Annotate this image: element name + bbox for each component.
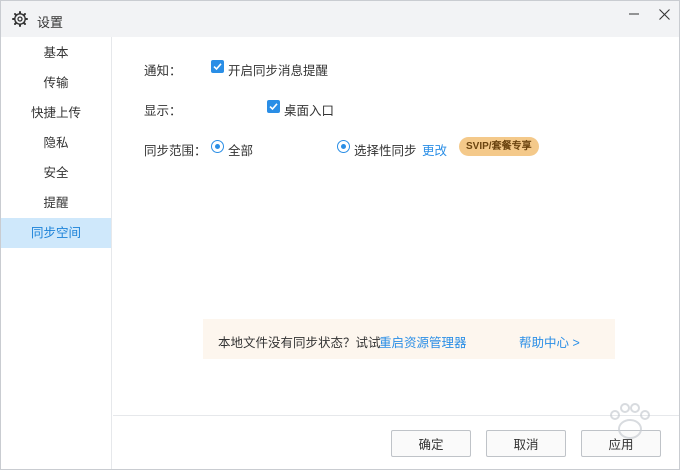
svip-badge: SVIP/套餐专享 [459, 137, 539, 156]
change-link[interactable]: 更改 [422, 140, 447, 159]
notice-text: 本地文件没有同步状态？试试 [218, 336, 381, 350]
help-center-link[interactable]: 帮助中心 > [519, 332, 580, 351]
desktop-entry-checkbox[interactable] [267, 100, 280, 113]
apply-button[interactable]: 应用 [581, 430, 661, 457]
settings-window: 设置 基本 传输 快捷上传 隐私 安全 提醒 同步空间 通知： 开启同步消息提醒… [0, 0, 680, 470]
check-icon [213, 63, 222, 71]
minimize-button[interactable] [619, 1, 649, 27]
notify-option-label: 开启同步消息提醒 [228, 64, 329, 78]
cancel-button[interactable]: 取消 [486, 430, 566, 457]
close-button[interactable] [649, 1, 679, 27]
window-title: 设置 [37, 15, 64, 30]
settings-panel: 通知： 开启同步消息提醒 显示： 桌面入口 同步范围： 全部 选择性同步 更改 … [113, 37, 679, 415]
display-label: 显示： [144, 104, 182, 118]
selective-sync-label: 选择性同步 [354, 144, 417, 158]
sidebar-item-sync-space[interactable]: 同步空间 [1, 218, 111, 248]
title-bar: 设置 [1, 1, 679, 37]
sidebar-item-quick-upload[interactable]: 快捷上传 [1, 98, 111, 128]
sidebar-item-transfer[interactable]: 传输 [1, 68, 111, 98]
check-icon [269, 103, 278, 111]
sidebar-item-security[interactable]: 安全 [1, 158, 111, 188]
ok-button[interactable]: 确定 [391, 430, 471, 457]
close-icon [658, 8, 670, 20]
gear-icon [12, 11, 28, 27]
minimize-icon [629, 13, 639, 15]
sync-all-radio[interactable] [211, 140, 224, 153]
sidebar: 基本 传输 快捷上传 隐私 安全 提醒 同步空间 [1, 37, 112, 469]
desktop-entry-label: 桌面入口 [284, 104, 335, 118]
notify-checkbox[interactable] [211, 60, 224, 73]
restart-explorer-link[interactable]: 重启资源管理器 [379, 332, 467, 351]
sidebar-item-privacy[interactable]: 隐私 [1, 128, 111, 158]
sync-scope-label: 同步范围： [144, 144, 207, 158]
selective-sync-radio[interactable] [337, 140, 350, 153]
sync-status-notice: 本地文件没有同步状态？试试 重启资源管理器 帮助中心 > [203, 319, 615, 359]
sidebar-item-reminder[interactable]: 提醒 [1, 188, 111, 218]
sync-all-label: 全部 [228, 144, 254, 158]
notify-label: 通知： [144, 64, 182, 78]
footer-bar: 确定 取消 应用 [113, 415, 679, 469]
sidebar-item-basic[interactable]: 基本 [1, 38, 111, 68]
